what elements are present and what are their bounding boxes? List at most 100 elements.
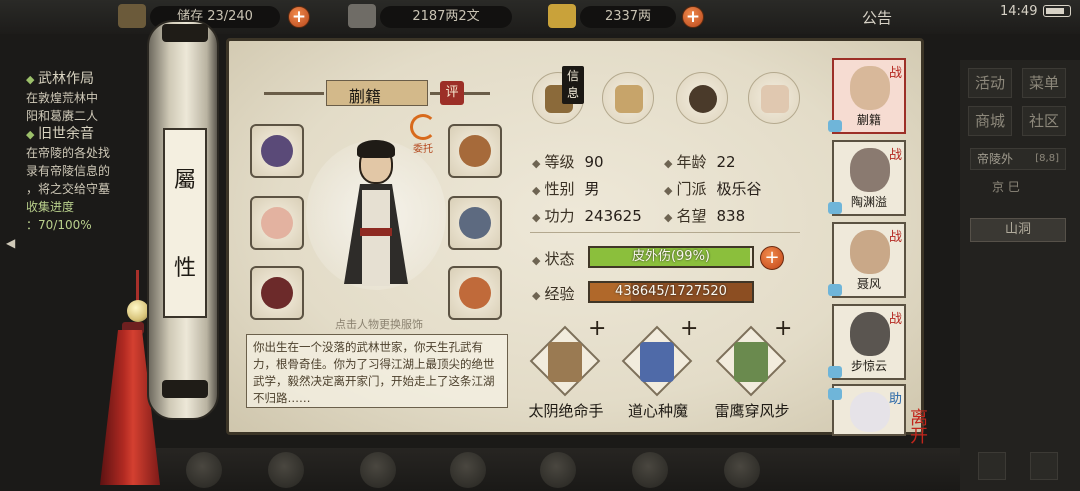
stat-value: 极乐谷	[716, 180, 762, 198]
bottom-nav-icon[interactable]	[360, 452, 396, 488]
tab-meridians[interactable]	[748, 72, 800, 124]
stat-sect: 门派极乐谷	[664, 178, 762, 199]
bottom-nav-icon[interactable]	[186, 452, 222, 488]
exp-text: 438645/1727520	[615, 284, 727, 299]
info-badge: 信息	[562, 66, 584, 104]
stat-label: 年龄	[664, 153, 706, 171]
bottom-nav-icon[interactable]	[724, 452, 760, 488]
member-portrait	[850, 66, 890, 110]
member-name: 蒯籍	[856, 113, 881, 127]
quest-line: 在帝陵的各处找	[26, 146, 111, 160]
combat-tag: 战	[888, 312, 902, 327]
scroll-icon	[640, 342, 674, 382]
tab-letters[interactable]	[602, 72, 654, 124]
quest-panel[interactable]: 武林作局 在敦煌荒林中 阳和葛赓二人 旧世余音 在帝陵的各处找 录有帝陵信息的 …	[26, 70, 156, 260]
skill-plus-icon[interactable]: +	[680, 316, 698, 341]
equip-slot-amulet[interactable]	[448, 266, 502, 320]
equip-slot-ring[interactable]	[250, 266, 304, 320]
silver-plus-button[interactable]: +	[682, 6, 704, 28]
title-char: 屬	[173, 168, 196, 193]
skill-slot[interactable]: + 雷鹰穿风步	[704, 316, 800, 424]
stat-label: 经验	[532, 285, 574, 303]
quest-line: 录有帝陵信息的	[26, 164, 111, 178]
bottom-nav-icon[interactable]	[632, 452, 668, 488]
attribute-title: 屬 性	[163, 128, 207, 318]
equip-slot-bracers[interactable]	[250, 124, 304, 178]
stat-label: 性别	[532, 180, 574, 198]
skill-slot[interactable]: + 道心种魔	[610, 316, 706, 424]
member-portrait	[850, 312, 890, 356]
stat-value: 243625	[584, 207, 642, 225]
member-name: 步惊云	[850, 359, 887, 373]
equip-slot-flower[interactable]	[250, 196, 304, 250]
combat-tag: 战	[888, 230, 902, 245]
meridian-figure-icon	[761, 85, 789, 113]
letters-icon	[615, 85, 643, 113]
heal-plus-button[interactable]: +	[760, 246, 784, 270]
stat-power: 功力 243625	[532, 205, 642, 226]
party-member[interactable]: 战 蒯籍	[828, 58, 906, 134]
rate-button[interactable]: 评	[440, 81, 464, 105]
flower-icon	[261, 207, 293, 239]
menu-button[interactable]: 菜单	[1022, 68, 1066, 98]
divider	[530, 232, 800, 233]
pin-icon	[828, 120, 842, 132]
quest-heading: 旧世余音	[26, 125, 156, 144]
party-member[interactable]: 战 陶渊溢	[828, 140, 906, 216]
map-corner-button[interactable]	[978, 452, 1006, 480]
party-member[interactable]: 助	[828, 384, 906, 436]
bottom-nav-icon[interactable]	[450, 452, 486, 488]
stat-label: 门派	[664, 180, 706, 198]
character-name: 蒯籍	[348, 87, 381, 106]
clock: 14:49	[1000, 4, 1038, 19]
activity-button[interactable]: 活动	[968, 68, 1012, 98]
party-member[interactable]: 战 步惊云	[828, 304, 906, 380]
equip-slot-armor[interactable]	[448, 196, 502, 250]
hero-hair	[357, 140, 395, 158]
combat-tag: 战	[888, 148, 902, 163]
member-name: 聂风	[856, 277, 881, 291]
party-member[interactable]: 战 聂风	[828, 222, 906, 298]
shop-button[interactable]: 商城	[968, 106, 1012, 136]
skill-slot[interactable]: + 太阴绝命手	[518, 316, 614, 424]
pin-icon	[828, 366, 842, 378]
quest-progress-label: 收集进度	[26, 200, 75, 214]
stat-level: 等级 90	[532, 151, 604, 172]
money-icon	[348, 4, 376, 28]
book-icon	[548, 342, 582, 382]
equip-slot-bowl[interactable]	[448, 124, 502, 178]
skill-plus-icon[interactable]: +	[588, 316, 606, 341]
stat-status: 状态	[532, 248, 574, 269]
character-portrait[interactable]	[338, 140, 414, 300]
bottom-nav-icon[interactable]	[540, 452, 576, 488]
cave-button[interactable]: 山洞	[970, 218, 1066, 242]
bottom-nav-icon[interactable]	[268, 452, 304, 488]
stat-gender: 性别男	[532, 178, 600, 199]
silver-counter: 2337两	[580, 6, 676, 28]
skill-plus-icon[interactable]: +	[774, 316, 792, 341]
hero-belt	[360, 228, 392, 236]
quest-heading: 武林作局	[26, 70, 156, 89]
roller-band	[162, 380, 208, 398]
stat-value: 22	[716, 153, 736, 171]
location-name: 帝陵外	[977, 152, 1014, 166]
stat-label: 功力	[532, 207, 574, 225]
map-corner-button[interactable]	[1030, 452, 1058, 480]
tab-bagua[interactable]	[676, 72, 728, 124]
storage-plus-button[interactable]: +	[288, 6, 310, 28]
stat-label: 状态	[532, 250, 574, 268]
storage-icon	[118, 4, 146, 28]
leave-button[interactable]: 离开	[910, 410, 940, 446]
community-button[interactable]: 社区	[1022, 106, 1066, 136]
quest-progress: ：70/100%	[26, 218, 92, 232]
collapse-arrow-icon[interactable]: ◀	[6, 236, 15, 250]
skill-name: 雷鹰穿风步	[714, 402, 790, 420]
delegate-button[interactable]: 委托	[406, 114, 440, 155]
quest-line: 在敦煌荒林中	[26, 91, 99, 105]
quest-line: ，将之交给守墓	[26, 182, 111, 196]
location-coords: [8,8]	[1035, 153, 1059, 164]
name-banner: 蒯籍 评	[264, 80, 490, 106]
stat-value: 男	[584, 180, 600, 198]
member-portrait	[850, 230, 890, 274]
notice-button[interactable]: 公告	[862, 7, 892, 28]
